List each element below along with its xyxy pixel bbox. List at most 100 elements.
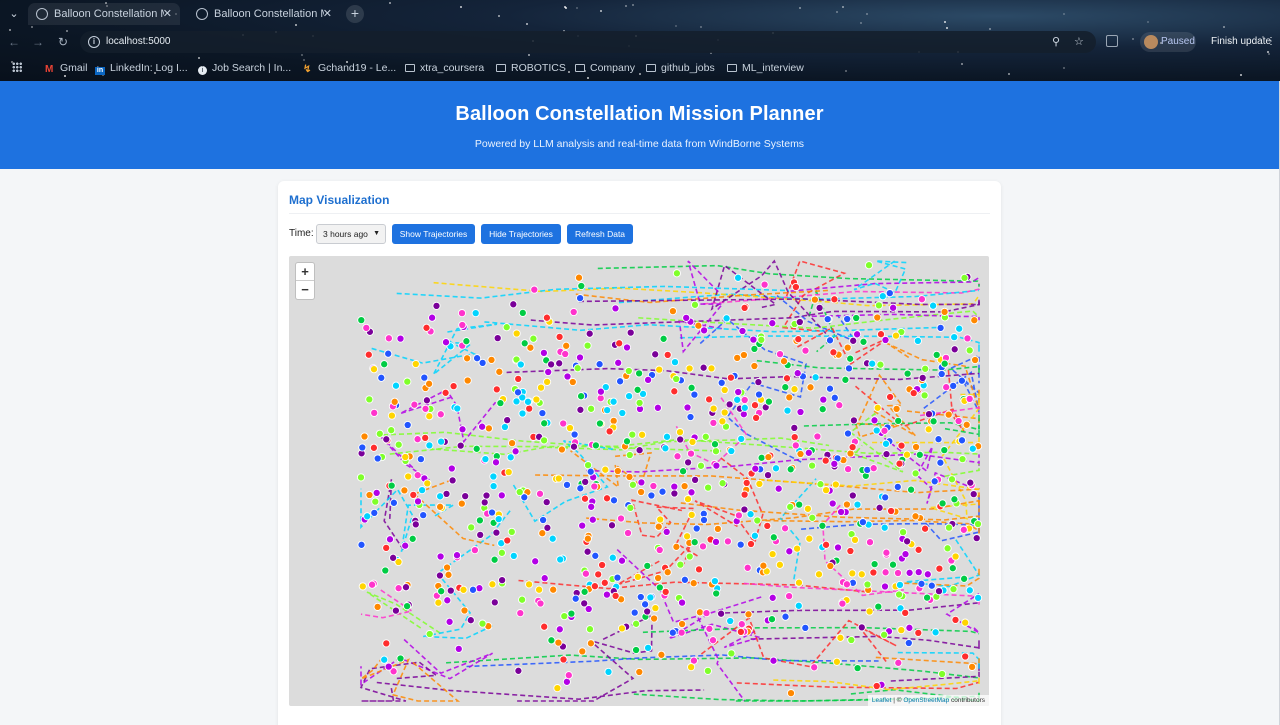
balloon-marker[interactable] <box>670 387 679 396</box>
balloon-marker[interactable] <box>535 585 544 594</box>
balloon-marker[interactable] <box>409 490 418 499</box>
balloon-marker[interactable] <box>957 376 966 385</box>
balloon-marker[interactable] <box>960 574 969 583</box>
balloon-marker[interactable] <box>868 359 877 368</box>
balloon-marker[interactable] <box>690 390 699 399</box>
balloon-marker[interactable] <box>425 379 434 388</box>
balloon-marker[interactable] <box>401 452 410 462</box>
balloon-marker[interactable] <box>677 628 686 637</box>
balloon-marker[interactable] <box>655 365 664 374</box>
balloon-marker[interactable] <box>365 490 374 500</box>
balloon-marker[interactable] <box>385 535 395 544</box>
balloon-marker[interactable] <box>643 607 652 616</box>
balloon-marker[interactable] <box>944 523 954 532</box>
balloon-marker[interactable] <box>914 545 923 554</box>
balloon-marker[interactable] <box>567 609 576 618</box>
balloon-marker[interactable] <box>680 575 689 584</box>
balloon-marker[interactable] <box>570 430 579 439</box>
balloon-marker[interactable] <box>683 532 692 541</box>
balloon-marker[interactable] <box>708 636 718 645</box>
balloon-marker[interactable] <box>905 568 914 577</box>
balloon-marker[interactable] <box>726 373 735 382</box>
balloon-marker[interactable] <box>491 458 501 467</box>
balloon-marker[interactable] <box>502 323 511 332</box>
balloon-marker[interactable] <box>837 507 846 517</box>
show-trajectories-button[interactable]: Show Trajectories <box>392 224 475 244</box>
balloon-marker[interactable] <box>381 566 390 575</box>
balloon-marker[interactable] <box>554 638 563 647</box>
balloon-marker[interactable] <box>571 594 580 603</box>
balloon-marker[interactable] <box>436 552 445 561</box>
balloon-marker[interactable] <box>819 395 828 404</box>
balloon-marker[interactable] <box>947 475 957 484</box>
close-icon[interactable]: ✕ <box>163 3 172 25</box>
balloon-marker[interactable] <box>624 366 633 376</box>
balloon-marker[interactable] <box>796 449 805 459</box>
balloon-marker[interactable] <box>565 423 575 433</box>
balloon-marker[interactable] <box>733 353 742 362</box>
balloon-marker[interactable] <box>370 508 379 517</box>
balloon-marker[interactable] <box>703 666 712 675</box>
balloon-marker[interactable] <box>663 568 672 577</box>
balloon-marker[interactable] <box>585 625 595 634</box>
balloon-marker[interactable] <box>432 301 441 310</box>
balloon-marker[interactable] <box>825 336 835 345</box>
balloon-marker[interactable] <box>425 412 434 421</box>
balloon-marker[interactable] <box>633 572 642 581</box>
balloon-marker[interactable] <box>973 519 983 529</box>
balloon-marker[interactable] <box>971 355 980 365</box>
balloon-marker[interactable] <box>532 395 541 404</box>
balloon-marker[interactable] <box>622 437 632 446</box>
balloon-marker[interactable] <box>421 433 430 442</box>
balloon-marker[interactable] <box>965 394 974 403</box>
balloon-marker[interactable] <box>626 503 635 512</box>
balloon-marker[interactable] <box>508 439 517 448</box>
balloon-marker[interactable] <box>562 677 571 686</box>
balloon-marker[interactable] <box>413 497 423 506</box>
balloon-marker[interactable] <box>929 417 938 426</box>
balloon-marker[interactable] <box>849 416 858 425</box>
balloon-marker[interactable] <box>484 424 493 433</box>
balloon-marker[interactable] <box>628 480 637 489</box>
balloon-marker[interactable] <box>475 516 484 525</box>
balloon-marker[interactable] <box>489 472 498 481</box>
balloon-marker[interactable] <box>408 534 417 543</box>
balloon-marker[interactable] <box>768 593 777 602</box>
balloon-marker[interactable] <box>917 295 926 304</box>
balloon-marker[interactable] <box>481 455 490 464</box>
balloon-marker[interactable] <box>899 528 908 537</box>
balloon-marker[interactable] <box>950 333 959 342</box>
balloon-marker[interactable] <box>696 461 706 470</box>
balloon-marker[interactable] <box>601 465 610 474</box>
bookmark-folder-github-jobs[interactable]: github_jobs <box>646 60 715 76</box>
balloon-marker[interactable] <box>874 301 883 310</box>
balloon-marker[interactable] <box>739 350 748 360</box>
balloon-marker[interactable] <box>487 508 497 517</box>
balloon-marker[interactable] <box>949 381 958 390</box>
balloon-marker[interactable] <box>554 474 563 483</box>
balloon-marker[interactable] <box>833 543 843 552</box>
balloon-marker[interactable] <box>790 433 799 442</box>
balloon-marker[interactable] <box>608 553 617 562</box>
balloon-marker[interactable] <box>699 363 708 372</box>
balloon-marker[interactable] <box>686 449 696 458</box>
balloon-marker[interactable] <box>357 316 366 325</box>
balloon-marker[interactable] <box>690 538 699 547</box>
balloon-marker[interactable] <box>573 364 582 373</box>
balloon-marker[interactable] <box>617 624 627 633</box>
balloon-marker[interactable] <box>882 450 891 459</box>
balloon-marker[interactable] <box>880 630 889 639</box>
browser-tab-2[interactable]: Balloon Constellation M ✕ <box>188 3 340 25</box>
zoom-out-button[interactable]: − <box>296 281 314 299</box>
openstreetmap-link[interactable]: OpenStreetMap <box>903 697 949 704</box>
balloon-marker[interactable] <box>638 430 647 439</box>
balloon-marker[interactable] <box>556 555 565 564</box>
balloon-marker[interactable] <box>466 616 475 625</box>
balloon-marker[interactable] <box>568 377 577 387</box>
balloon-marker[interactable] <box>842 580 851 589</box>
balloon-marker[interactable] <box>549 585 558 594</box>
balloon-marker[interactable] <box>914 628 923 637</box>
balloon-marker[interactable] <box>811 373 820 382</box>
balloon-marker[interactable] <box>782 374 792 383</box>
balloon-marker[interactable] <box>684 458 693 467</box>
